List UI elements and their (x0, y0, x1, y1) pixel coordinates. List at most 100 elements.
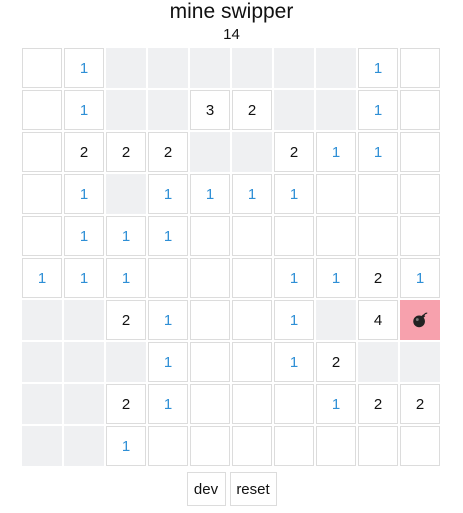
hidden-cell[interactable] (232, 48, 272, 88)
number-cell[interactable]: 2 (106, 384, 146, 424)
revealed-cell[interactable] (316, 426, 356, 466)
number-cell[interactable]: 1 (232, 174, 272, 214)
hidden-cell[interactable] (64, 300, 104, 340)
number-cell[interactable]: 2 (64, 132, 104, 172)
revealed-cell[interactable] (190, 342, 230, 382)
revealed-cell[interactable] (22, 174, 62, 214)
revealed-cell[interactable] (22, 132, 62, 172)
hidden-cell[interactable] (274, 90, 314, 130)
revealed-cell[interactable] (400, 426, 440, 466)
number-cell[interactable]: 2 (148, 132, 188, 172)
hidden-cell[interactable] (22, 342, 62, 382)
revealed-cell[interactable] (148, 258, 188, 298)
number-cell[interactable]: 2 (274, 132, 314, 172)
hidden-cell[interactable] (64, 342, 104, 382)
number-cell[interactable]: 1 (64, 90, 104, 130)
number-cell[interactable]: 1 (64, 174, 104, 214)
revealed-cell[interactable] (232, 384, 272, 424)
hidden-cell[interactable] (106, 174, 146, 214)
number-cell[interactable]: 2 (232, 90, 272, 130)
revealed-cell[interactable] (232, 342, 272, 382)
revealed-cell[interactable] (400, 48, 440, 88)
hidden-cell[interactable] (232, 132, 272, 172)
number-cell[interactable]: 1 (106, 216, 146, 256)
hidden-cell[interactable] (148, 48, 188, 88)
number-cell[interactable]: 1 (274, 174, 314, 214)
revealed-cell[interactable] (22, 48, 62, 88)
number-cell[interactable]: 1 (316, 384, 356, 424)
hidden-cell[interactable] (106, 48, 146, 88)
revealed-cell[interactable] (274, 426, 314, 466)
hidden-cell[interactable] (316, 300, 356, 340)
revealed-cell[interactable] (400, 174, 440, 214)
hidden-cell[interactable] (358, 342, 398, 382)
hidden-cell[interactable] (106, 90, 146, 130)
mine-cell[interactable] (400, 300, 440, 340)
revealed-cell[interactable] (232, 300, 272, 340)
number-cell[interactable]: 1 (106, 258, 146, 298)
hidden-cell[interactable] (64, 384, 104, 424)
revealed-cell[interactable] (22, 216, 62, 256)
revealed-cell[interactable] (274, 216, 314, 256)
revealed-cell[interactable] (190, 258, 230, 298)
number-cell[interactable]: 4 (358, 300, 398, 340)
number-cell[interactable]: 2 (400, 384, 440, 424)
number-cell[interactable]: 1 (358, 48, 398, 88)
number-cell[interactable]: 1 (106, 426, 146, 466)
revealed-cell[interactable] (274, 384, 314, 424)
hidden-cell[interactable] (316, 48, 356, 88)
revealed-cell[interactable] (190, 216, 230, 256)
number-cell[interactable]: 1 (64, 258, 104, 298)
number-cell[interactable]: 2 (358, 258, 398, 298)
number-cell[interactable]: 1 (190, 174, 230, 214)
hidden-cell[interactable] (274, 48, 314, 88)
revealed-cell[interactable] (316, 216, 356, 256)
number-cell[interactable]: 2 (358, 384, 398, 424)
number-cell[interactable]: 1 (148, 300, 188, 340)
dev-button[interactable]: dev (186, 472, 226, 506)
revealed-cell[interactable] (358, 216, 398, 256)
number-cell[interactable]: 1 (358, 132, 398, 172)
number-cell[interactable]: 2 (316, 342, 356, 382)
revealed-cell[interactable] (232, 426, 272, 466)
hidden-cell[interactable] (22, 384, 62, 424)
revealed-cell[interactable] (22, 90, 62, 130)
revealed-cell[interactable] (400, 90, 440, 130)
number-cell[interactable]: 1 (316, 132, 356, 172)
revealed-cell[interactable] (190, 300, 230, 340)
number-cell[interactable]: 1 (148, 174, 188, 214)
number-cell[interactable]: 1 (148, 384, 188, 424)
number-cell[interactable]: 1 (274, 300, 314, 340)
number-cell[interactable]: 3 (190, 90, 230, 130)
hidden-cell[interactable] (64, 426, 104, 466)
hidden-cell[interactable] (22, 300, 62, 340)
revealed-cell[interactable] (148, 426, 188, 466)
hidden-cell[interactable] (22, 426, 62, 466)
number-cell[interactable]: 1 (358, 90, 398, 130)
number-cell[interactable]: 2 (106, 300, 146, 340)
hidden-cell[interactable] (400, 342, 440, 382)
number-cell[interactable]: 1 (400, 258, 440, 298)
revealed-cell[interactable] (400, 132, 440, 172)
reset-button[interactable]: reset (229, 472, 277, 506)
number-cell[interactable]: 1 (64, 48, 104, 88)
number-cell[interactable]: 2 (106, 132, 146, 172)
number-cell[interactable]: 1 (22, 258, 62, 298)
number-cell[interactable]: 1 (274, 342, 314, 382)
hidden-cell[interactable] (148, 90, 188, 130)
hidden-cell[interactable] (316, 90, 356, 130)
hidden-cell[interactable] (190, 48, 230, 88)
number-cell[interactable]: 1 (64, 216, 104, 256)
revealed-cell[interactable] (358, 426, 398, 466)
hidden-cell[interactable] (106, 342, 146, 382)
revealed-cell[interactable] (190, 426, 230, 466)
revealed-cell[interactable] (400, 216, 440, 256)
number-cell[interactable]: 1 (274, 258, 314, 298)
hidden-cell[interactable] (190, 132, 230, 172)
revealed-cell[interactable] (232, 258, 272, 298)
revealed-cell[interactable] (190, 384, 230, 424)
revealed-cell[interactable] (316, 174, 356, 214)
number-cell[interactable]: 1 (148, 342, 188, 382)
revealed-cell[interactable] (232, 216, 272, 256)
number-cell[interactable]: 1 (316, 258, 356, 298)
